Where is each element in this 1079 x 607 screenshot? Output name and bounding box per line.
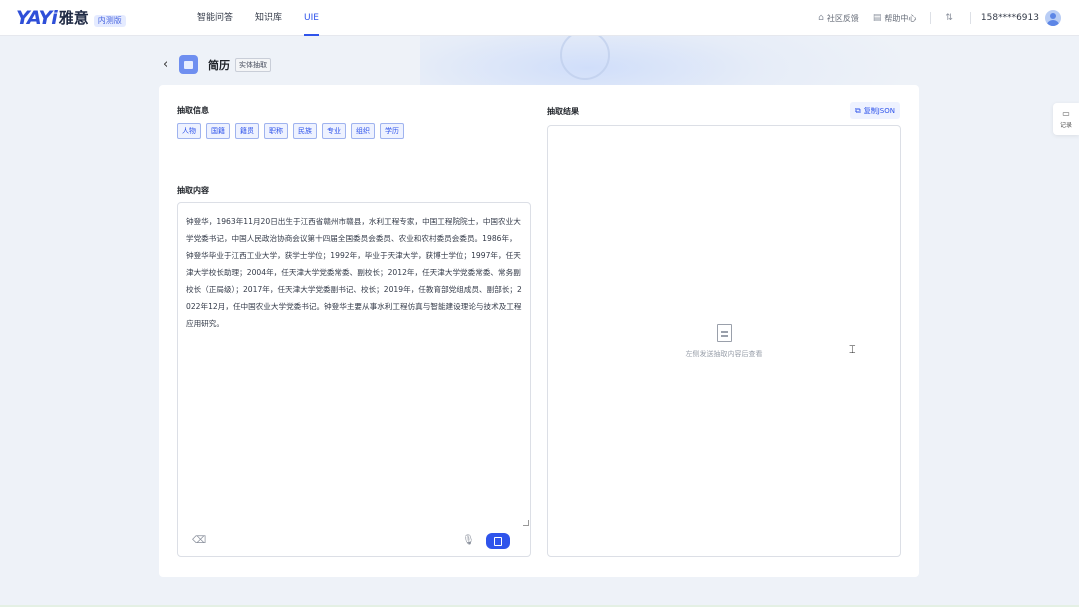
background-decoration-ring [560, 30, 610, 80]
nav-item-knowledge-base[interactable]: 知识库 [255, 0, 282, 36]
logo[interactable]: YAYi 雅意 内测版 [16, 8, 126, 28]
page-header: ‹ 简历 实体抽取 [163, 55, 271, 74]
chevron-left-icon[interactable]: ‹ [163, 57, 177, 72]
main-nav: 智能问答 知识库 UIE [197, 0, 341, 36]
content-textarea[interactable]: 钟登华，1963年11月20日出生于江西省赣州市赣县，水利工程专家，中国工程院院… [177, 202, 531, 557]
home-icon: ⌂ [818, 13, 824, 23]
top-bar: YAYi 雅意 内测版 智能问答 知识库 UIE ⌂ 社区反馈 ▤ 帮助中心 ⇅… [0, 0, 1079, 36]
empty-state-text: 左侧发送抽取内容后查看 [685, 350, 763, 358]
copy-json-label: 复制JSON [863, 106, 895, 115]
microphone-icon[interactable]: 🎙 [462, 535, 475, 546]
copy-json-button[interactable]: ⧉ 复制JSON [850, 102, 900, 119]
header-divider [930, 12, 932, 24]
help-center-link[interactable]: ▤ 帮助中心 [873, 13, 917, 24]
entity-tag[interactable]: 人物 [177, 123, 201, 139]
resize-handle[interactable] [523, 520, 529, 526]
app-icon [179, 55, 198, 74]
help-center-label: 帮助中心 [884, 13, 917, 23]
user-phone[interactable]: 158****6913 [981, 13, 1039, 23]
avatar[interactable] [1045, 10, 1061, 26]
beta-badge: 内测版 [93, 15, 126, 27]
entity-tag[interactable]: 民族 [293, 123, 317, 139]
content-text[interactable]: 钟登华，1963年11月20日出生于江西省赣州市赣县，水利工程专家，中国工程院院… [186, 213, 522, 332]
result-panel: 左侧发送抽取内容后查看 [547, 125, 901, 557]
nav-item-uie[interactable]: UIE [304, 0, 319, 36]
translate-icon: ⇅ [945, 13, 953, 23]
community-feedback-label: 社区反馈 [826, 13, 859, 23]
clear-icon[interactable]: ⌫ [192, 535, 206, 546]
community-feedback-link[interactable]: ⌂ 社区反馈 [818, 13, 859, 24]
entity-tag[interactable]: 国籍 [206, 123, 230, 139]
logo-text: 雅意 [58, 9, 89, 27]
send-button[interactable] [486, 533, 510, 549]
nav-item-qa[interactable]: 智能问答 [197, 0, 233, 36]
extract-info-label: 抽取信息 [177, 106, 209, 115]
entity-tag[interactable]: 学历 [380, 123, 404, 139]
entity-tag[interactable]: 专业 [322, 123, 346, 139]
logo-mark: YAYi [16, 7, 58, 29]
main-card: 抽取信息 人物 国籍 籍贯 职称 民族 专业 组织 学历 抽取内容 钟登华，19… [159, 85, 919, 577]
doc-icon: ▤ [872, 13, 882, 23]
translate-button[interactable]: ⇅ [945, 13, 956, 23]
extract-content-label: 抽取内容 [177, 186, 209, 195]
entity-tag[interactable]: 组织 [351, 123, 375, 139]
entity-tag-list: 人物 国籍 籍贯 职称 民族 专业 组织 学历 [177, 123, 409, 139]
entity-tag[interactable]: 职称 [264, 123, 288, 139]
header-divider [969, 12, 971, 24]
mouse-cursor-icon: ⌶ [849, 343, 856, 356]
header-actions: ⌂ 社区反馈 ▤ 帮助中心 ⇅ 158****6913 [804, 0, 1061, 36]
entity-tag[interactable]: 籍贯 [235, 123, 259, 139]
page-type-tag: 实体抽取 [235, 57, 271, 72]
record-label: 记录 [1059, 122, 1072, 129]
copy-icon: ⧉ [855, 105, 861, 115]
empty-document-icon [717, 324, 732, 342]
record-icon: ▭ [1062, 109, 1070, 118]
extract-result-label: 抽取结果 [547, 107, 579, 116]
send-icon [494, 536, 502, 546]
record-button[interactable]: ▭ 记录 [1053, 103, 1079, 135]
page-title: 简历 [208, 58, 230, 72]
